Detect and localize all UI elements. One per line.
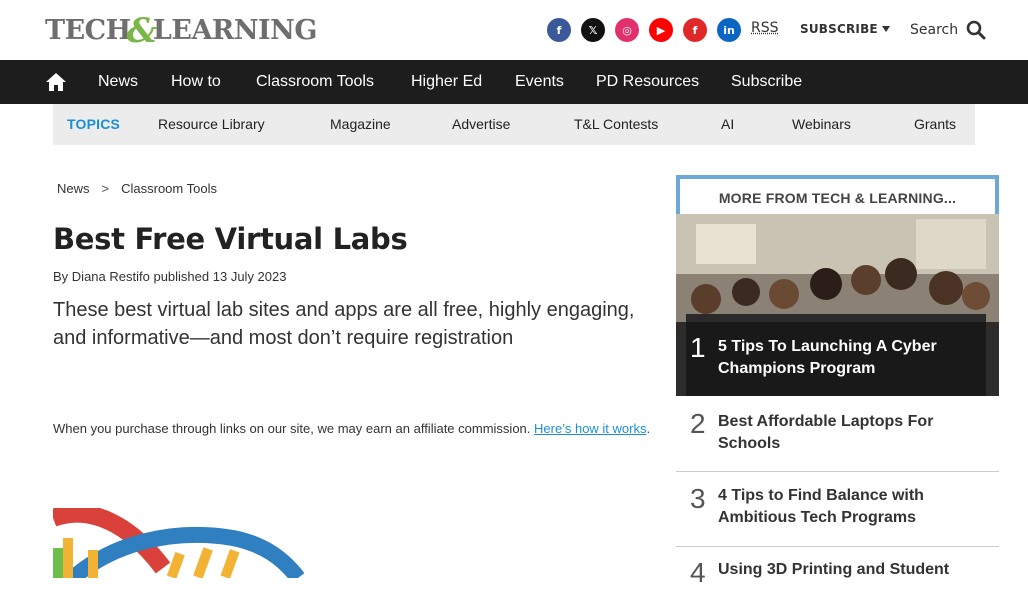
sidebar-item-number: 4 bbox=[690, 557, 706, 588]
home-icon bbox=[46, 73, 66, 91]
more-from-sidebar: MORE FROM TECH & LEARNING... 1 5 Tips To… bbox=[676, 175, 999, 588]
sidebar-item-title: Best Affordable Laptops For Schools bbox=[718, 413, 934, 452]
subscribe-dropdown[interactable]: SUBSCRIBE bbox=[800, 22, 890, 36]
sidebar-item-title: 4 Tips to Find Balance with Ambitious Te… bbox=[718, 487, 924, 526]
breadcrumb: News > Classroom Tools bbox=[57, 181, 217, 196]
main-nav: News How to Classroom Tools Higher Ed Ev… bbox=[0, 60, 1028, 104]
rss-link[interactable]: RSS bbox=[751, 20, 779, 36]
nav-news[interactable]: News bbox=[98, 73, 138, 91]
byline: By Diana Restifo published 13 July 2023 bbox=[53, 269, 286, 284]
sidebar-item[interactable]: 2 Best Affordable Laptops For Schools bbox=[676, 396, 999, 471]
search-label: Search bbox=[910, 22, 959, 38]
site-logo[interactable]: TECH & LEARNING bbox=[45, 11, 318, 51]
hero-image bbox=[53, 508, 313, 578]
linkedin-icon[interactable]: in bbox=[717, 18, 741, 42]
affiliate-info-link[interactable]: Here’s how it works bbox=[534, 421, 646, 436]
topic-tl-contests[interactable]: T&L Contests bbox=[574, 116, 658, 132]
sidebar-item-number: 1 bbox=[690, 332, 706, 363]
home-button[interactable] bbox=[45, 72, 67, 92]
sidebar-item-number: 2 bbox=[690, 408, 706, 439]
topic-resource-library[interactable]: Resource Library bbox=[158, 116, 265, 132]
x-icon[interactable]: 𝕏 bbox=[581, 18, 605, 42]
affiliate-end: . bbox=[646, 421, 651, 436]
article-strapline: These best virtual lab sites and apps ar… bbox=[53, 299, 635, 349]
topics-label: TOPICS bbox=[67, 116, 121, 132]
search-icon bbox=[966, 20, 986, 40]
nav-how-to[interactable]: How to bbox=[171, 73, 221, 91]
topic-webinars[interactable]: Webinars bbox=[792, 116, 851, 132]
topic-advertise[interactable]: Advertise bbox=[452, 116, 510, 132]
flipboard-icon[interactable]: f bbox=[683, 18, 707, 42]
sidebar-featured-item[interactable]: 1 5 Tips To Launching A Cyber Champions … bbox=[676, 214, 999, 396]
author-link[interactable]: Diana Restifo bbox=[72, 269, 150, 284]
breadcrumb-classroom-tools[interactable]: Classroom Tools bbox=[121, 181, 217, 196]
sidebar-heading: MORE FROM TECH & LEARNING... bbox=[676, 175, 999, 215]
byline-prefix: By bbox=[53, 269, 69, 284]
topics-bar: TOPICS Resource Library Magazine Adverti… bbox=[53, 104, 975, 145]
sidebar-item[interactable]: 3 4 Tips to Find Balance with Ambitious … bbox=[676, 472, 999, 546]
instagram-icon[interactable]: ◎ bbox=[615, 18, 639, 42]
published-label: published bbox=[153, 269, 210, 284]
social-links: f 𝕏 ◎ ▶ f in bbox=[547, 18, 741, 42]
nav-higher-ed[interactable]: Higher Ed bbox=[411, 73, 482, 91]
facebook-icon[interactable]: f bbox=[547, 18, 571, 42]
logo-ampersand: & bbox=[126, 11, 158, 51]
site-header: TECH & LEARNING f 𝕏 ◎ ▶ f in RSS SUBSCRIBE Se… bbox=[0, 0, 1028, 60]
caret-down-icon bbox=[881, 26, 890, 32]
sidebar-item[interactable]: 4 Using 3D Printing and Student bbox=[676, 547, 999, 588]
affiliate-disclosure: When you purchase through links on our s… bbox=[53, 420, 653, 438]
sidebar-item-title: 5 Tips To Launching A Cyber Champions Pr… bbox=[718, 338, 937, 377]
sidebar-item-number: 3 bbox=[690, 483, 706, 514]
logo-text-left: TECH bbox=[45, 14, 131, 46]
youtube-icon[interactable]: ▶ bbox=[649, 18, 673, 42]
topic-ai[interactable]: AI bbox=[721, 116, 734, 132]
search-button[interactable]: Search bbox=[910, 20, 986, 40]
topic-grants[interactable]: Grants bbox=[914, 116, 956, 132]
breadcrumb-news[interactable]: News bbox=[57, 181, 90, 196]
topic-magazine[interactable]: Magazine bbox=[330, 116, 391, 132]
breadcrumb-separator: > bbox=[101, 181, 110, 196]
publish-date: 13 July 2023 bbox=[212, 269, 287, 284]
nav-pd-resources[interactable]: PD Resources bbox=[596, 73, 699, 91]
dna-helix-illustration bbox=[53, 508, 305, 578]
nav-subscribe[interactable]: Subscribe bbox=[731, 73, 802, 91]
page-title: Best Free Virtual Labs bbox=[53, 222, 408, 256]
nav-classroom-tools[interactable]: Classroom Tools bbox=[256, 73, 374, 91]
logo-text-right: LEARNING bbox=[152, 14, 318, 46]
subscribe-label: SUBSCRIBE bbox=[800, 22, 878, 36]
affiliate-text: When you purchase through links on our s… bbox=[53, 421, 531, 436]
nav-events[interactable]: Events bbox=[515, 73, 564, 91]
